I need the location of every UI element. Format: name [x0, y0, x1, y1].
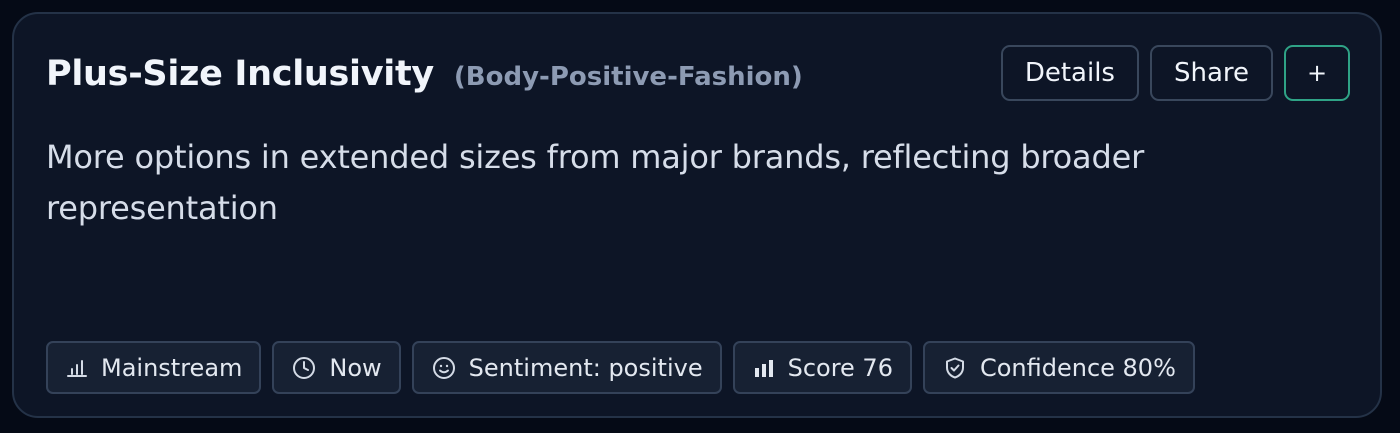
trend-card: Plus-Size Inclusivity (Body-Positive-Fas… — [12, 12, 1382, 418]
chip-score: Score 76 — [732, 341, 912, 394]
bar-chart-outline-icon — [66, 357, 88, 379]
card-actions: Details Share + — [1000, 45, 1350, 101]
chip-confidence: Confidence 80% — [922, 341, 1195, 394]
share-button[interactable]: Share — [1149, 45, 1273, 101]
card-description: More options in extended sizes from majo… — [46, 138, 1145, 227]
card-category: (Body-Positive-Fashion) — [453, 62, 803, 92]
smiley-icon — [432, 356, 456, 380]
clock-icon — [292, 356, 316, 380]
chip-sentiment: Sentiment: positive — [411, 341, 722, 394]
chip-label: Sentiment: positive — [468, 353, 703, 382]
bar-chart-filled-icon — [753, 357, 775, 379]
chip-label: Confidence 80% — [979, 353, 1176, 382]
details-button[interactable]: Details — [1000, 45, 1139, 101]
shield-check-icon — [943, 356, 967, 380]
card-title: Plus-Size Inclusivity — [46, 54, 434, 94]
chip-label: Score 76 — [787, 353, 893, 382]
chip-label: Mainstream — [101, 353, 243, 382]
chip-label: Now — [329, 353, 382, 382]
add-button[interactable]: + — [1284, 45, 1350, 101]
chip-stage: Mainstream — [46, 341, 262, 394]
chip-timing: Now — [272, 341, 401, 394]
card-header: Plus-Size Inclusivity (Body-Positive-Fas… — [46, 54, 803, 94]
chip-row: Mainstream Now Sentiment: positive Score… — [46, 341, 1195, 394]
